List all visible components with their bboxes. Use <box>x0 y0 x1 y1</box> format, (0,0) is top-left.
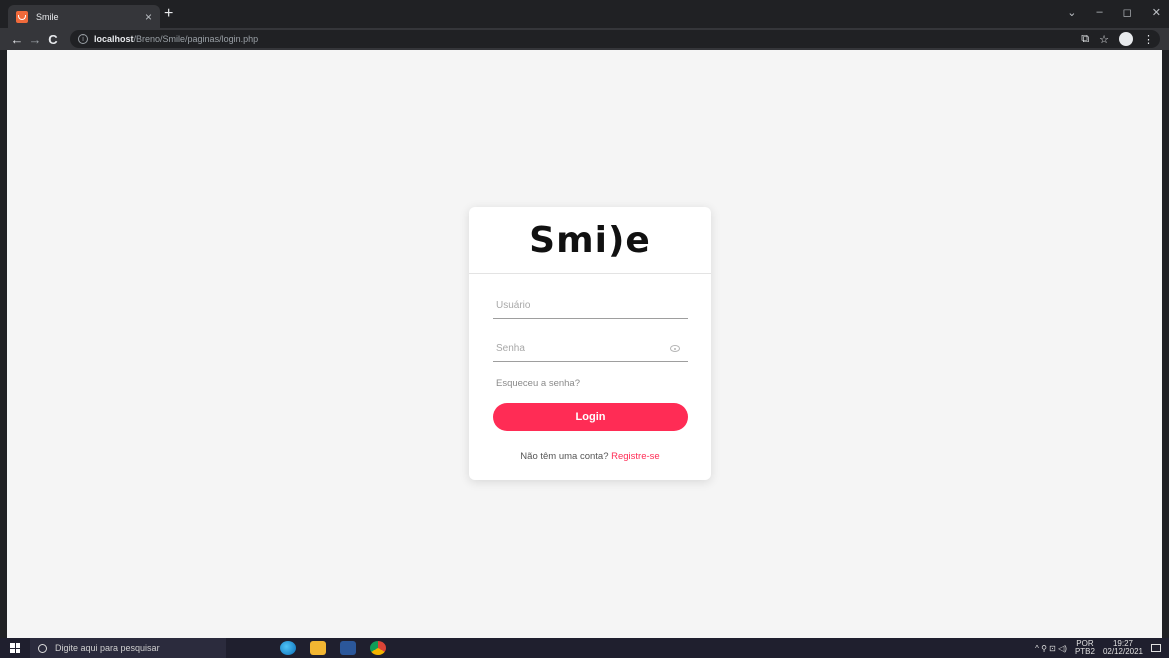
show-password-eye-icon[interactable] <box>670 345 680 352</box>
toolbar-actions: ⧉ ☆ ⋮ <box>1081 32 1154 46</box>
password-input[interactable] <box>496 343 666 354</box>
back-button[interactable]: ← <box>8 32 26 47</box>
file-explorer-icon[interactable] <box>310 641 326 655</box>
login-card: Smi)e Esqueceu a senha? Login Não têm um… <box>469 207 711 480</box>
info-icon[interactable]: i <box>78 34 88 44</box>
register-prompt: Não têm uma conta? <box>520 451 609 462</box>
register-row: Não têm uma conta? Registre-se <box>469 451 711 462</box>
address-bar[interactable]: i localhost /Breno/Smile/paginas/login.p… <box>70 30 1160 48</box>
browser-tab[interactable]: Smile × <box>8 5 160 28</box>
clock[interactable]: 19:27 02/12/2021 <box>1103 640 1143 656</box>
forgot-password-link[interactable]: Esqueceu a senha? <box>496 378 580 389</box>
register-link[interactable]: Registre-se <box>611 451 660 462</box>
browser-tab-bar: Smile × + ⌄ – ◻ ✕ <box>0 0 1169 28</box>
username-field <box>493 293 688 319</box>
bookmark-star-icon[interactable]: ☆ <box>1099 33 1109 46</box>
reload-button[interactable]: C <box>44 32 62 47</box>
profile-avatar-icon[interactable] <box>1119 32 1133 46</box>
close-window-button[interactable]: ✕ <box>1152 6 1161 19</box>
minimize-button[interactable]: – <box>1097 6 1103 19</box>
pinned-apps <box>280 641 386 655</box>
window-controls: ⌄ – ◻ ✕ <box>1067 6 1161 19</box>
smile-logo: Smi)e <box>529 219 651 261</box>
url-host: localhost <box>94 34 134 44</box>
system-tray: ^ ⚲ ⊡ ◁) POR PTB2 19:27 02/12/2021 <box>1035 638 1161 658</box>
notification-icon[interactable] <box>1151 644 1161 652</box>
taskbar: Digite aqui para pesquisar ^ ⚲ ⊡ ◁) POR … <box>0 638 1169 658</box>
browser-toolbar: ← → C i localhost /Breno/Smile/paginas/l… <box>0 28 1169 50</box>
username-input[interactable] <box>496 300 666 311</box>
tab-title: Smile <box>36 11 59 22</box>
password-field <box>493 336 688 362</box>
share-icon[interactable]: ⧉ <box>1081 33 1089 46</box>
logo-area: Smi)e <box>469 207 711 274</box>
url-path: /Breno/Smile/paginas/login.php <box>133 34 259 44</box>
menu-icon[interactable]: ⋮ <box>1143 33 1154 46</box>
restore-button[interactable]: ◻ <box>1123 6 1132 19</box>
language-bottom: PTB2 <box>1074 647 1095 656</box>
taskbar-search-placeholder: Digite aqui para pesquisar <box>55 643 160 653</box>
tray-icons[interactable]: ^ ⚲ ⊡ ◁) <box>1035 644 1067 653</box>
tab-search-button[interactable]: ⌄ <box>1067 6 1076 19</box>
start-button[interactable] <box>0 638 30 658</box>
favicon-icon <box>16 10 28 23</box>
page-content: Smi)e Esqueceu a senha? Login Não têm um… <box>7 50 1162 638</box>
language-indicator[interactable]: POR PTB2 <box>1075 640 1095 656</box>
word-icon[interactable] <box>340 641 356 655</box>
tab-close-button[interactable]: × <box>145 11 152 23</box>
windows-icon <box>10 643 20 653</box>
login-button[interactable]: Login <box>493 403 688 431</box>
forward-button[interactable]: → <box>26 32 44 47</box>
clock-date: 02/12/2021 <box>1102 647 1143 656</box>
chrome-icon[interactable] <box>370 641 386 655</box>
search-icon <box>38 643 47 653</box>
edge-icon[interactable] <box>280 641 296 655</box>
taskbar-search[interactable]: Digite aqui para pesquisar <box>30 638 226 658</box>
new-tab-button[interactable]: + <box>164 6 173 22</box>
